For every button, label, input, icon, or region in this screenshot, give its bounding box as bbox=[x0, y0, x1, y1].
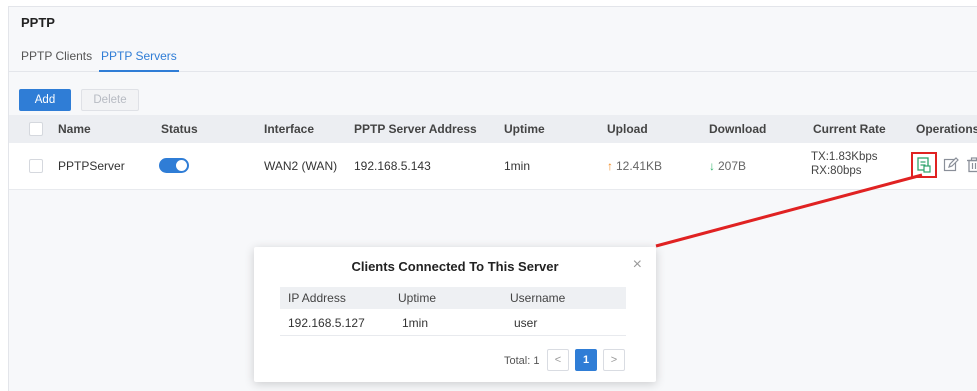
current-rate: TX:1.83Kbps RX:80bps bbox=[811, 150, 877, 178]
uptime-value: 1min bbox=[504, 159, 531, 173]
header-uptime: Uptime bbox=[504, 122, 545, 136]
page-title: PPTP bbox=[21, 15, 55, 30]
arrow-down-icon: ↓ bbox=[709, 159, 715, 173]
header-upload: Upload bbox=[607, 122, 648, 136]
rate-tx: TX:1.83Kbps bbox=[811, 151, 878, 163]
add-button[interactable]: Add bbox=[19, 89, 71, 111]
tab-pptp-clients[interactable]: PPTP Clients bbox=[21, 49, 92, 63]
delete-button[interactable]: Delete bbox=[81, 89, 139, 111]
header-download: Download bbox=[709, 122, 767, 136]
modal-table-header: IP Address Uptime Username bbox=[280, 287, 626, 309]
table-header: Name Status Interface PPTP Server Addres… bbox=[9, 115, 977, 143]
client-uptime: 1min bbox=[402, 316, 429, 330]
select-all-checkbox[interactable] bbox=[29, 122, 43, 136]
server-address-value: 192.168.5.143 bbox=[354, 159, 431, 173]
modal-header-username: Username bbox=[510, 291, 566, 305]
modal-header-ip: IP Address bbox=[288, 291, 346, 305]
upload-value: 12.41KB bbox=[616, 159, 663, 173]
rate-rx: RX:80bps bbox=[811, 165, 862, 177]
toggle-knob bbox=[176, 160, 187, 171]
download-value: 207B bbox=[718, 159, 747, 173]
modal-title: Clients Connected To This Server bbox=[351, 259, 559, 274]
upload-cell: ↑ 12.41KB bbox=[607, 159, 662, 173]
row-checkbox[interactable] bbox=[29, 159, 43, 173]
trash-icon[interactable] bbox=[965, 156, 977, 174]
header-operations: Operations bbox=[916, 122, 977, 136]
prev-page-button[interactable]: < bbox=[547, 349, 569, 371]
header-current-rate: Current Rate bbox=[813, 122, 886, 136]
page-1-button[interactable]: 1 bbox=[575, 349, 597, 371]
header-server-address: PPTP Server Address bbox=[354, 122, 477, 136]
arrow-up-icon: ↑ bbox=[607, 159, 613, 173]
tab-pptp-servers[interactable]: PPTP Servers bbox=[99, 49, 179, 72]
tab-bar: PPTP Clients PPTP Servers bbox=[9, 43, 977, 72]
download-cell: ↓ 207B bbox=[709, 159, 746, 173]
interface-value: WAN2 (WAN) bbox=[264, 159, 338, 173]
client-username: user bbox=[514, 316, 538, 330]
modal-table-row: 192.168.5.127 1min user bbox=[280, 311, 626, 336]
edit-icon[interactable] bbox=[942, 156, 960, 174]
server-name: PPTPServer bbox=[58, 159, 125, 173]
connected-clients-modal: × Clients Connected To This Server IP Ad… bbox=[254, 247, 656, 382]
header-status: Status bbox=[161, 122, 198, 136]
status-toggle[interactable] bbox=[159, 158, 189, 173]
header-interface: Interface bbox=[264, 122, 315, 136]
client-ip: 192.168.5.127 bbox=[288, 316, 365, 330]
table-row: PPTPServer WAN2 (WAN) 192.168.5.143 1min… bbox=[9, 143, 977, 190]
next-page-button[interactable]: > bbox=[603, 349, 625, 371]
header-name: Name bbox=[58, 122, 91, 136]
modal-header-uptime: Uptime bbox=[398, 291, 437, 305]
pagination-total: Total: 1 bbox=[504, 355, 540, 367]
clients-list-icon[interactable] bbox=[911, 152, 937, 178]
